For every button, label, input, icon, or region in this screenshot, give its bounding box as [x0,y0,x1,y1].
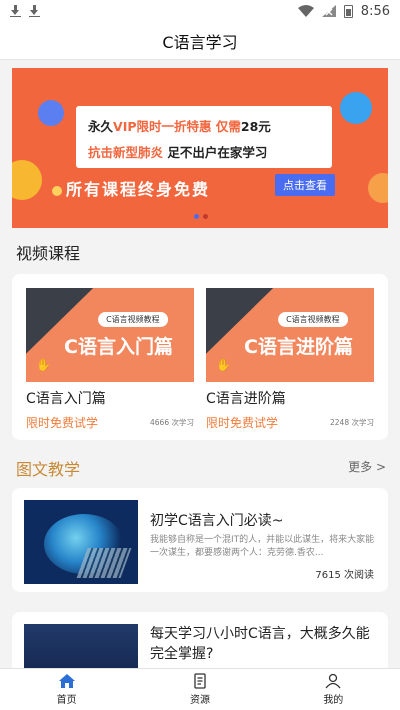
promo-banner[interactable]: 永久VIP限时一折特惠 仅需28元 抗击新型肺炎 足不出户在家学习 所有课程终身… [12,68,388,228]
hand-icon: ✋ [36,358,51,372]
more-link[interactable]: 更多 > [348,458,386,475]
carousel-dot[interactable] [203,214,208,219]
decor-circle [38,100,64,126]
bottom-nav: 首页 资源 我的 [0,668,400,710]
course-price: 限时免费试学 [26,416,99,430]
banner-view-button[interactable]: 点击查看 [275,174,335,196]
page-title: C语言学习 [162,32,238,52]
nav-label: 资源 [189,695,210,706]
course-meta: 限时免费试学 2248 次学习 [206,414,374,431]
banner-highlight: 仅需 [215,119,241,134]
decor-circle [340,92,372,124]
status-bar: 8:56 [0,0,400,22]
course-name: C语言进阶篇 [206,391,286,407]
download-icon [10,5,21,17]
banner-text: 永久 [88,119,114,134]
nav-item-home[interactable]: 首页 [0,669,133,710]
course-count: 4666 次学习 [150,418,194,427]
banner-card: 永久VIP限时一折特惠 仅需28元 抗击新型肺炎 足不出户在家学习 [76,106,332,168]
article-read-count: 7615 次阅读 [315,570,374,581]
course-price: 限时免费试学 [206,416,279,430]
course-thumbnail: C语言视频教程 C语言进阶篇 ✋ [206,288,374,382]
course-count: 2248 次学习 [330,418,374,427]
document-icon [194,673,206,689]
decor-circle [12,160,42,200]
article-title: 初学C语言入门必读~ [150,513,284,529]
thumb-title: C语言进阶篇 [244,336,353,358]
course-card[interactable]: C语言视频教程 C语言进阶篇 ✋ C语言进阶篇 限时免费试学 2248 次学习 [206,288,374,431]
course-card[interactable]: C语言视频教程 C语言入门篇 ✋ C语言入门篇 限时免费试学 4666 次学习 [26,288,194,431]
article-title: 每天学习八小时C语言，大概多久能完全掌握? [150,626,370,662]
course-name: C语言入门篇 [26,391,106,407]
nav-item-mine[interactable]: 我的 [267,669,400,710]
thumb-title: C语言入门篇 [64,336,173,358]
home-icon [58,674,75,688]
carousel-dot[interactable] [194,214,199,219]
carousel-indicator [194,214,208,219]
banner-text: 足不出户在家学习 [167,145,268,160]
download-icon [29,5,40,17]
video-section-title: 视频课程 [16,244,81,263]
nav-label: 我的 [323,695,344,706]
banner-subtitle: 所有课程终身免费 [66,180,211,199]
banner-line-1: 永久VIP限时一折特惠 仅需28元 [88,116,271,135]
article-card[interactable]: 初学C语言入门必读~ 我能够自称是一个混IT的人，并能以此谋生，将来大家能一次谋… [12,488,388,592]
course-tag: C语言视频教程 [98,312,168,327]
course-meta: 限时免费试学 4666 次学习 [26,414,194,431]
nav-item-resources[interactable]: 资源 [133,669,266,710]
course-thumbnail: C语言视频教程 C语言入门篇 ✋ [26,288,194,382]
banner-line-2: 抗击新型肺炎 足不出户在家学习 [88,142,267,161]
article-thumbnail [24,500,138,584]
battery-icon [343,4,353,18]
nav-label: 首页 [56,695,77,706]
user-icon [325,673,341,689]
video-course-panel: C语言视频教程 C语言入门篇 ✋ C语言入门篇 限时免费试学 4666 次学习 … [12,274,388,440]
banner-highlight: VIP限时一折特惠 [113,119,212,134]
signal-icon [321,5,336,17]
banner-highlight: 抗击新型肺炎 [88,145,164,160]
status-right: 8:56 [297,3,390,19]
article-section-title: 图文教学 [16,460,81,479]
status-left [10,5,40,17]
decor-circle [52,186,62,196]
keyboard-decor [76,548,132,578]
decor-circle [368,173,388,203]
status-time: 8:56 [360,3,390,19]
banner-text: 28元 [240,119,271,134]
hand-icon: ✋ [216,358,231,372]
app-header: C语言学习 [0,22,400,60]
wifi-icon [297,5,314,17]
course-tag: C语言视频教程 [278,312,348,327]
article-description: 我能够自称是一个混IT的人，并能以此谋生，将来大家能一次谋生，都要感谢两个人：克… [150,535,375,558]
